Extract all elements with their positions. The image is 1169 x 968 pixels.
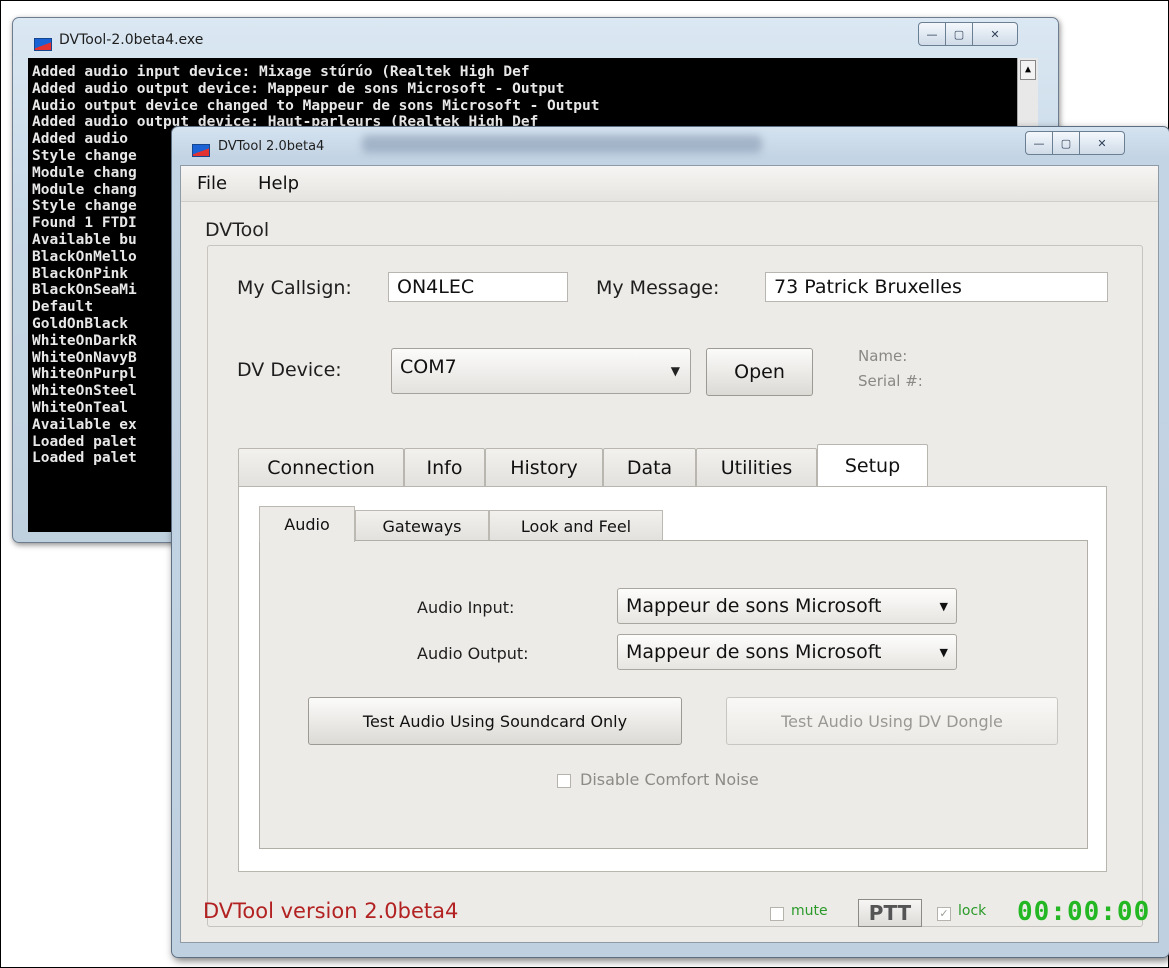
console-title: DVTool-2.0beta4.exe (59, 32, 204, 48)
comfort-noise-checkbox[interactable] (557, 774, 571, 788)
dvtool-window-controls: — ▢ ✕ (1025, 131, 1125, 155)
device-select[interactable]: COM7 ▼ (391, 348, 691, 394)
audio-output-value: Mappeur de sons Microsoft (626, 641, 882, 663)
audio-input-select[interactable]: Mappeur de sons Microsoft ▼ (617, 588, 957, 624)
audio-input-value: Mappeur de sons Microsoft (626, 595, 882, 617)
chevron-down-icon: ▼ (939, 646, 948, 659)
open-button[interactable]: Open (706, 348, 813, 396)
menu-help[interactable]: Help (258, 173, 299, 194)
setup-tab-pane: Audio Gateways Look and Feel Audio Input… (238, 486, 1107, 872)
mute-label: mute (791, 903, 828, 919)
console-line: Audio output device changed to Mappeur d… (32, 97, 600, 114)
audio-input-label: Audio Input: (417, 598, 515, 617)
dvtool-client-area: File Help DVTool My Callsign: ON4LEC My … (180, 165, 1159, 943)
chevron-down-icon: ▼ (670, 364, 680, 378)
app-flag-icon (34, 38, 52, 51)
tab-utilities[interactable]: Utilities (696, 448, 817, 486)
subtab-audio[interactable]: Audio (259, 506, 355, 542)
device-name-label: Name: (858, 347, 908, 365)
mute-checkbox[interactable] (770, 907, 784, 921)
close-icon[interactable]: ✕ (1080, 131, 1125, 155)
maximize-icon[interactable]: ▢ (946, 22, 973, 46)
audio-output-select[interactable]: Mappeur de sons Microsoft ▼ (617, 634, 957, 670)
subtab-gateways[interactable]: Gateways (355, 510, 489, 542)
lock-label: lock (958, 903, 987, 919)
ptt-button[interactable]: PTT (858, 899, 922, 927)
test-dongle-button[interactable]: Test Audio Using DV Dongle (726, 697, 1058, 745)
minimize-icon[interactable]: — (1025, 131, 1053, 155)
device-value: COM7 (400, 356, 457, 378)
comfort-noise-label: Disable Comfort Noise (580, 770, 759, 789)
message-field[interactable]: 73 Patrick Bruxelles (765, 272, 1108, 302)
console-line: Added audio input device: Mixage stúrúo … (32, 64, 530, 80)
close-icon[interactable]: ✕ (973, 22, 1018, 46)
lock-checkbox[interactable]: ✓ (937, 907, 951, 921)
blurred-title-area (362, 135, 762, 153)
group-title: DVTool (205, 219, 272, 241)
version-text: DVTool version 2.0beta4 (203, 899, 459, 923)
timer-display: 00:00:00 (1017, 897, 1151, 927)
subtab-look-and-feel[interactable]: Look and Feel (489, 510, 663, 542)
tab-connection[interactable]: Connection (238, 448, 404, 486)
scroll-up-icon[interactable]: ▲ (1020, 60, 1036, 80)
message-label: My Message: (596, 277, 720, 299)
callsign-field[interactable]: ON4LEC (388, 272, 568, 302)
tab-setup[interactable]: Setup (817, 444, 928, 486)
audio-output-label: Audio Output: (417, 644, 529, 663)
tab-data[interactable]: Data (603, 448, 696, 486)
console-window-controls: — ▢ ✕ (918, 22, 1018, 46)
test-soundcard-button[interactable]: Test Audio Using Soundcard Only (308, 697, 682, 745)
device-label: DV Device: (237, 359, 342, 381)
dvtool-window: DVTool 2.0beta4 — ▢ ✕ File Help DVTool M… (171, 126, 1169, 958)
menu-file[interactable]: File (197, 173, 227, 194)
maximize-icon[interactable]: ▢ (1053, 131, 1080, 155)
console-line: Added audio output device: Mappeur de so… (32, 80, 565, 97)
minimize-icon[interactable]: — (918, 22, 946, 46)
callsign-label: My Callsign: (237, 277, 352, 299)
dvtool-title: DVTool 2.0beta4 (218, 139, 325, 154)
device-serial-label: Serial #: (858, 372, 923, 390)
chevron-down-icon: ▼ (939, 600, 948, 613)
audio-pane: Audio Input: Mappeur de sons Microsoft ▼… (259, 540, 1088, 849)
tab-history[interactable]: History (485, 448, 603, 486)
tab-info[interactable]: Info (404, 448, 485, 486)
menu-bar: File Help (181, 166, 1158, 202)
app-flag-icon (192, 144, 210, 157)
